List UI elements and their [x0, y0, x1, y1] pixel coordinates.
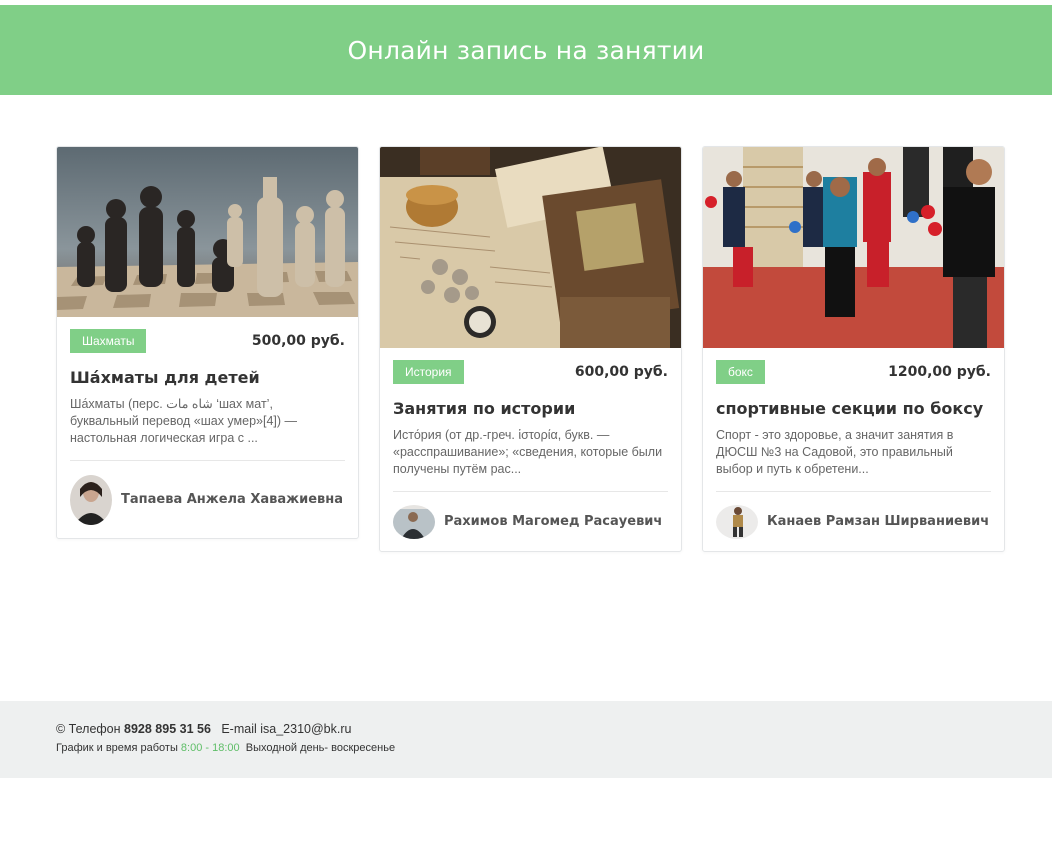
- footer-contacts: © Телефон 8928 895 31 56 E-mail isa_2310…: [56, 722, 996, 736]
- course-description: Спорт - это здоровье, а значит занятия в…: [716, 428, 954, 476]
- course-title[interactable]: Занятия по истории: [393, 399, 668, 418]
- author-row[interactable]: Канаев Рамзан Ширваниевич: [716, 492, 991, 551]
- phone-label: © Телефон: [56, 722, 121, 736]
- hours-label: График и время работы: [56, 742, 178, 754]
- avatar: [70, 474, 112, 525]
- course-description: Исто́рия (от др.-греч. ἱστορία, букв. — …: [393, 428, 663, 476]
- course-card-history[interactable]: История 600,00 руб. Занятия по истории И…: [379, 146, 682, 552]
- price: 600,00 руб.: [574, 364, 668, 380]
- author-row[interactable]: Тапаева Анжела Хаважиевна: [70, 461, 345, 538]
- phone-number[interactable]: 8928 895 31 56: [124, 722, 211, 736]
- course-card-boxing[interactable]: бокс 1200,00 руб. спортивные секции по б…: [702, 146, 1005, 552]
- chess-pieces-photo[interactable]: [57, 147, 358, 317]
- footer-hours: График и время работы 8:00 - 18:00 Выход…: [56, 742, 996, 754]
- avatar: [716, 504, 758, 539]
- price: 500,00 руб.: [251, 333, 345, 349]
- category-tag[interactable]: бокс: [716, 360, 765, 384]
- history-objects-photo[interactable]: [380, 147, 681, 348]
- course-title[interactable]: спортивные секции по боксу: [716, 399, 991, 418]
- day-off: Выходной день- воскресенье: [245, 742, 396, 754]
- avatar: [393, 504, 435, 539]
- price: 1200,00 руб.: [888, 364, 991, 380]
- author-name: Рахимов Магомед Расауевич: [444, 514, 663, 529]
- author-name: Канаев Рамзан Ширваниевич: [767, 514, 990, 529]
- boxing-class-photo[interactable]: [703, 147, 1004, 348]
- category-tag[interactable]: История: [393, 360, 464, 384]
- page-header: Онлайн запись на занятии: [0, 5, 1052, 95]
- author-name: Тапаева Анжела Хаважиевна: [121, 492, 343, 507]
- course-title[interactable]: Ша́хматы для детей: [70, 368, 345, 387]
- course-description: Ша́хматы (перс. شاه مات ‘шах мат’, буква…: [70, 397, 298, 445]
- working-hours: 8:00 - 18:00: [180, 742, 240, 754]
- page-footer: © Телефон 8928 895 31 56 E-mail isa_2310…: [0, 701, 1052, 778]
- course-card-chess[interactable]: Шахматы 500,00 руб. Ша́хматы для детей Ш…: [56, 146, 359, 539]
- email-label: E-mail: [221, 722, 257, 736]
- category-tag[interactable]: Шахматы: [70, 329, 147, 353]
- email-link[interactable]: isa_2310@bk.ru: [260, 722, 351, 736]
- author-row[interactable]: Рахимов Магомед Расауевич: [393, 492, 668, 551]
- page-title: Онлайн запись на занятии: [347, 35, 705, 65]
